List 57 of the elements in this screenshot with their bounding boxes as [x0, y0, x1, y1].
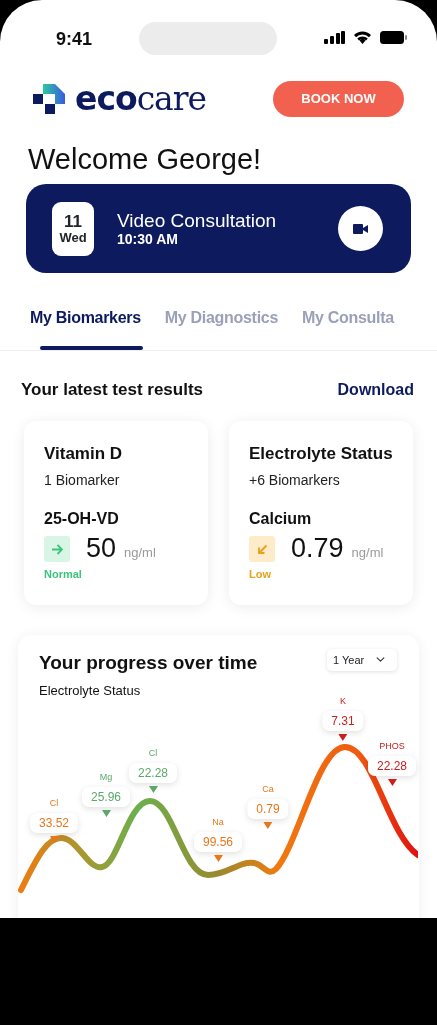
pointer-icon	[49, 836, 59, 844]
status-time: 9:41	[56, 28, 93, 51]
result-card[interactable]: Vitamin D 1 Biomarker 25-OH-VD 50 ng/ml Normal	[24, 420, 208, 605]
wifi-icon	[353, 30, 372, 44]
point-name: Cl	[49, 796, 59, 810]
arrow-right-icon	[51, 543, 63, 555]
appointment-time: 10:30 AM	[117, 231, 179, 247]
card-title: Vitamin D	[44, 442, 124, 465]
appointment-card[interactable]: 11 Wed Video Consultation 10:30 AM	[26, 184, 411, 274]
marker-name: 25-OH-VD	[44, 509, 120, 530]
point-value: 99.56	[194, 832, 242, 853]
tab[interactable]: My Biomarkers	[30, 277, 141, 351]
biomarker-count: +6 Biomarkers	[249, 471, 341, 491]
battery-icon	[380, 30, 407, 44]
pointer-icon	[101, 810, 111, 818]
pointer-icon	[387, 779, 397, 787]
point-name: Cl	[148, 746, 158, 760]
point-value: 22.28	[368, 756, 416, 777]
date-day: 11	[64, 213, 82, 231]
signal-icon	[324, 30, 345, 44]
appointment-title: Video Consultation	[117, 210, 278, 232]
point-name: PHOS	[379, 739, 405, 753]
section-title: Your latest test results	[21, 379, 204, 402]
arrow-down-left-icon	[256, 543, 268, 555]
result-card[interactable]: Electrolyte Status +6 Biomarkers Calcium 0.79 ng/ml Low	[229, 420, 413, 605]
biomarker-count: 1 Biomarker	[44, 471, 121, 491]
logo-icon	[33, 82, 67, 115]
progress-subtitle: Electrolyte Status	[39, 682, 142, 701]
card-title: Electrolyte Status	[249, 442, 393, 465]
marker-name: Calcium	[249, 509, 313, 530]
result-value: 0.79	[291, 535, 344, 563]
point-value: 22.28	[129, 763, 177, 784]
welcome-heading: Welcome George!	[27, 141, 263, 177]
point-name: K	[340, 694, 346, 708]
video-camera-icon	[353, 223, 368, 234]
logo-text: ecocare	[75, 78, 207, 120]
status-label: Normal	[44, 567, 83, 583]
date-weekday: Wed	[59, 230, 87, 245]
result-unit: ng/ml	[351, 543, 384, 562]
pointer-icon	[213, 855, 223, 863]
video-call-button[interactable]	[338, 206, 383, 252]
result-unit: ng/ml	[124, 543, 156, 562]
point-value: 7.31	[322, 711, 364, 732]
point-name: Na	[212, 815, 224, 829]
point-value: 33.52	[30, 813, 78, 834]
pointer-icon	[263, 822, 273, 830]
download-link[interactable]: Download	[337, 378, 414, 403]
status-label: Low	[249, 567, 272, 583]
pointer-icon	[148, 786, 158, 794]
period-dropdown[interactable]: 1 Year	[327, 648, 397, 671]
point-name: Mg	[99, 770, 113, 784]
result-value: 50	[86, 535, 117, 563]
progress-title: Your progress over time	[39, 650, 258, 675]
point-value: 0.79	[247, 799, 289, 820]
pointer-icon	[338, 734, 348, 742]
point-name: Ca	[262, 782, 274, 796]
point-value: 25.96	[82, 787, 130, 808]
